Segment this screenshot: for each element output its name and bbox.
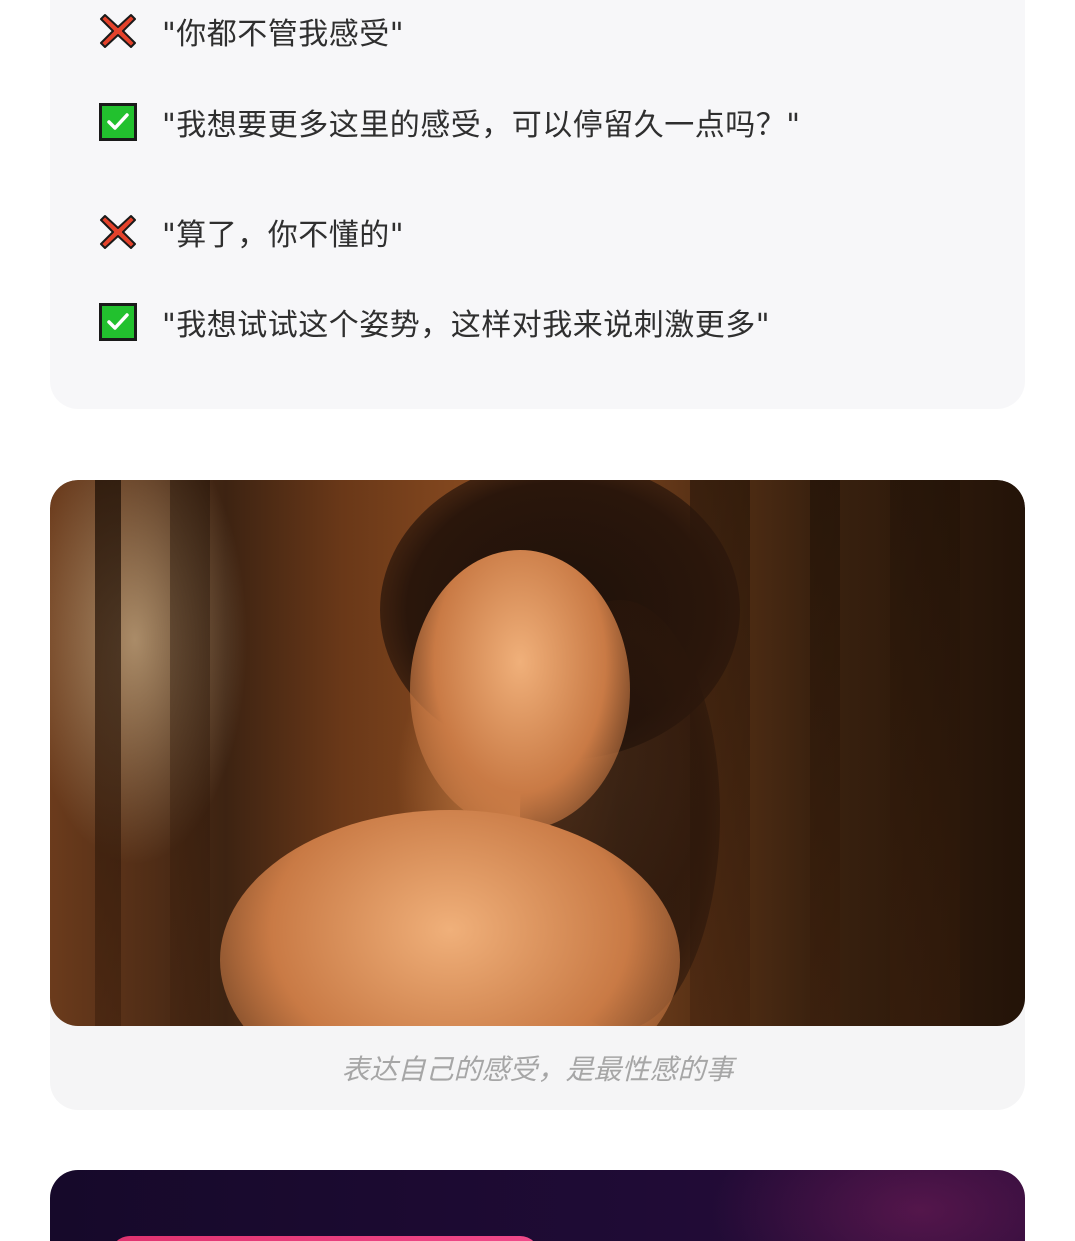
check-box-icon <box>98 102 138 142</box>
wood-beam <box>95 480 121 1026</box>
face-shape <box>410 550 630 830</box>
cross-mark-icon <box>98 11 138 51</box>
tip-row-right: "我想要更多这里的感受，可以停留久一点吗？" <box>98 100 801 144</box>
tip-text: "我想试试这个姿势，这样对我来说刺激更多" <box>162 308 771 343</box>
tip-row-wrong: "你都不管我感受" <box>98 9 404 53</box>
illustration-image <box>50 480 1025 1026</box>
wood-beam <box>170 480 210 1026</box>
wood-beam <box>810 480 840 1026</box>
tips-card: "你都不管我感受" "我想要更多这里的感受，可以停留久一点吗？" "算了，你不懂… <box>50 0 1025 409</box>
tip-text: "算了，你不懂的" <box>162 218 405 253</box>
image-caption: 表达自己的感受，是最性感的事 <box>341 1053 734 1086</box>
promo-card <box>50 1170 1025 1241</box>
cross-mark-icon <box>98 212 138 252</box>
tip-row-right: "我想试试这个姿势，这样对我来说刺激更多" <box>98 300 770 344</box>
image-card: 表达自己的感受，是最性感的事 <box>50 480 1025 1110</box>
promo-button[interactable] <box>110 1236 540 1241</box>
tip-text: "我想要更多这里的感受，可以停留久一点吗？" <box>162 108 801 143</box>
wood-beam <box>890 480 960 1026</box>
check-box-icon <box>98 302 138 342</box>
tip-row-wrong: "算了，你不懂的" <box>98 210 404 254</box>
tip-text: "你都不管我感受" <box>162 17 405 52</box>
page: "你都不管我感受" "我想要更多这里的感受，可以停留久一点吗？" "算了，你不懂… <box>0 0 1075 1241</box>
